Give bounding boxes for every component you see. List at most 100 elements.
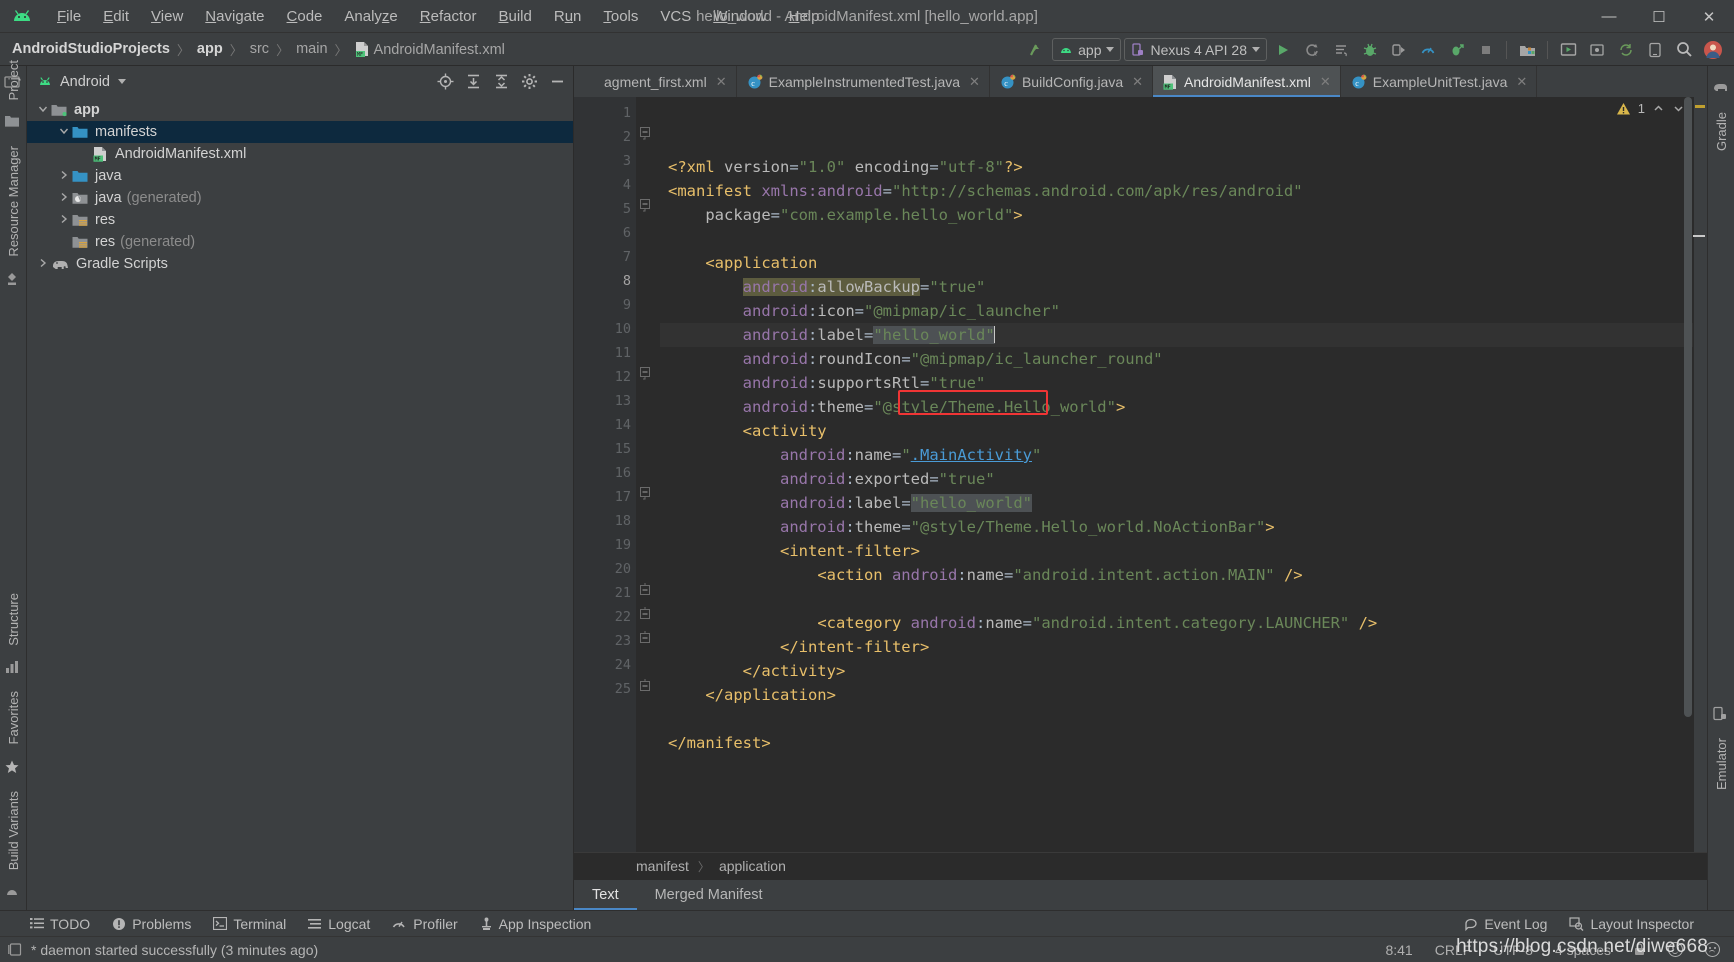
bottom-tool-terminal[interactable]: Terminal — [213, 916, 286, 932]
editor-scrollbar[interactable] — [1683, 97, 1693, 852]
debug-icon[interactable] — [1357, 37, 1383, 63]
scrollbar-thumb[interactable] — [1684, 97, 1692, 717]
fold-slot[interactable] — [636, 601, 660, 625]
fold-slot[interactable] — [636, 577, 660, 601]
code-line[interactable]: android:icon="@mipmap/ic_launcher" — [660, 299, 1693, 323]
tree-node-app[interactable]: app — [27, 99, 573, 121]
resource-manager-icon[interactable] — [4, 271, 22, 289]
event-log-button[interactable]: Event Log — [1464, 916, 1547, 932]
menu-item-file[interactable]: File — [46, 5, 92, 28]
chevron-down-icon[interactable] — [117, 79, 126, 84]
editor-tab-buildconfig-java[interactable]: c BuildConfig.java ✕ — [990, 66, 1154, 97]
code-line[interactable]: package="com.example.hello_world"> — [660, 203, 1693, 227]
tab-merged-manifest[interactable]: Merged Manifest — [637, 880, 781, 910]
sidebar-item-project[interactable]: Project — [6, 60, 21, 100]
module-selector[interactable]: app — [1052, 38, 1122, 61]
favorites-star-icon[interactable] — [4, 759, 22, 777]
hide-minus-icon[interactable] — [549, 73, 567, 91]
code-line[interactable]: <intent-filter> — [660, 539, 1693, 563]
sidebar-item-emulator[interactable]: Emulator — [1714, 738, 1729, 790]
caret-position[interactable]: 8:41 — [1385, 942, 1412, 958]
tree-node-java[interactable]: java (generated) — [27, 187, 573, 209]
read-only-lock-icon[interactable] — [1633, 942, 1646, 957]
fold-slot[interactable] — [636, 121, 660, 145]
fold-slot[interactable] — [636, 481, 660, 505]
editor-tab-androidmanifest-xml[interactable]: MF AndroidManifest.xml ✕ — [1153, 66, 1341, 97]
search-everywhere-icon[interactable] — [1671, 37, 1697, 63]
chevron-down-icon[interactable] — [56, 126, 72, 139]
tree-node-res[interactable]: res — [27, 209, 573, 231]
fold-collapse-icon[interactable] — [640, 367, 651, 385]
fold-slot[interactable] — [636, 361, 660, 385]
code-folding-column[interactable] — [636, 97, 660, 852]
sidebar-item-gradle[interactable]: Gradle — [1714, 112, 1729, 151]
chevron-right-icon[interactable] — [56, 192, 72, 205]
code-line[interactable]: <activity — [660, 419, 1693, 443]
avd-icon[interactable] — [1642, 37, 1668, 63]
line-separator[interactable]: CRLF — [1435, 942, 1472, 958]
build-variants-icon[interactable] — [4, 884, 22, 902]
code-line[interactable]: <application — [660, 251, 1693, 275]
make-project-icon[interactable] — [1023, 37, 1049, 63]
close-icon[interactable]: ✕ — [716, 74, 727, 90]
code-line[interactable]: </activity> — [660, 659, 1693, 683]
bottom-tool-app-inspection[interactable]: App Inspection — [480, 916, 591, 932]
code-line[interactable]: android:name=".MainActivity" — [660, 443, 1693, 467]
code-line[interactable] — [660, 707, 1693, 731]
code-line[interactable]: android:label="hello_world" — [660, 323, 1693, 347]
fold-end-icon[interactable] — [640, 631, 651, 649]
menu-item-refactor[interactable]: Refactor — [409, 5, 488, 28]
emulator-icon[interactable] — [1712, 706, 1730, 724]
bottom-tool-logcat[interactable]: Logcat — [308, 916, 370, 932]
expand-all-icon[interactable] — [465, 73, 483, 91]
chevron-right-icon[interactable] — [56, 170, 72, 183]
attach-debugger-icon[interactable] — [1386, 37, 1412, 63]
sidebar-item-build-variants[interactable]: Build Variants — [6, 791, 21, 870]
code-line[interactable]: android:label="hello_world" — [660, 491, 1693, 515]
code-line[interactable] — [660, 587, 1693, 611]
breadcrumb-item-main[interactable]: main — [296, 41, 327, 57]
smiley-happy-icon[interactable] — [1668, 942, 1683, 957]
code-line[interactable]: </manifest> — [660, 731, 1693, 755]
code-line[interactable]: <manifest xmlns:android="http://schemas.… — [660, 179, 1693, 203]
tree-node-java[interactable]: java — [27, 165, 573, 187]
breadcrumb-item-androidmanifest-xml[interactable]: MF AndroidManifest.xml — [355, 41, 505, 58]
code-line[interactable]: android:supportsRtl="true" — [660, 371, 1693, 395]
caret-marker[interactable] — [1693, 235, 1705, 237]
sidebar-item-resource-manager[interactable]: Resource Manager — [6, 146, 21, 257]
code-line[interactable]: android:exported="true" — [660, 467, 1693, 491]
smiley-sad-icon[interactable] — [1705, 942, 1720, 957]
bottom-tool-todo[interactable]: TODO — [30, 916, 90, 932]
code-line[interactable] — [660, 227, 1693, 251]
code-line[interactable]: <category android:name="android.intent.c… — [660, 611, 1693, 635]
code-editor[interactable]: <?xml version="1.0" encoding="utf-8"?> <m… — [660, 97, 1693, 852]
tree-node-res[interactable]: res (generated) — [27, 231, 573, 253]
menu-item-view[interactable]: View — [140, 5, 194, 28]
profiler-icon[interactable] — [1415, 37, 1441, 63]
menu-item-code[interactable]: Code — [276, 5, 334, 28]
close-icon[interactable]: ✕ — [969, 74, 980, 90]
code-line[interactable]: android:allowBackup="true" — [660, 275, 1693, 299]
chevron-right-icon[interactable] — [56, 214, 72, 227]
fold-collapse-icon[interactable] — [640, 199, 651, 217]
indent-setting[interactable]: 4 spaces — [1555, 942, 1611, 958]
breadcrumb-application[interactable]: application — [719, 858, 786, 874]
debug-attach-icon[interactable] — [1444, 37, 1470, 63]
editor-marker-bar[interactable] — [1693, 97, 1707, 852]
editor-tab-agment-first-xml[interactable]: agment_first.xml ✕ — [588, 66, 737, 97]
breadcrumb-manifest[interactable]: manifest — [636, 858, 689, 874]
fold-end-icon[interactable] — [640, 607, 651, 625]
code-line[interactable]: <?xml version="1.0" encoding="utf-8"?> — [660, 155, 1693, 179]
bottom-tool-problems[interactable]: Problems — [112, 916, 191, 932]
fold-collapse-icon[interactable] — [640, 127, 651, 145]
fold-slot[interactable] — [636, 193, 660, 217]
sdk-manager-icon[interactable] — [1514, 37, 1540, 63]
tree-node-gradle-scripts[interactable]: Gradle Scripts — [27, 253, 573, 275]
close-button[interactable]: ✕ — [1684, 0, 1734, 33]
stop-icon[interactable] — [1473, 37, 1499, 63]
code-line[interactable]: <action android:name="android.intent.act… — [660, 563, 1693, 587]
menu-item-tools[interactable]: Tools — [592, 5, 649, 28]
file-encoding[interactable]: UTF-8 — [1493, 942, 1533, 958]
menu-item-vcs[interactable]: VCS — [649, 5, 702, 28]
profile-avatar-icon[interactable] — [1700, 37, 1726, 63]
